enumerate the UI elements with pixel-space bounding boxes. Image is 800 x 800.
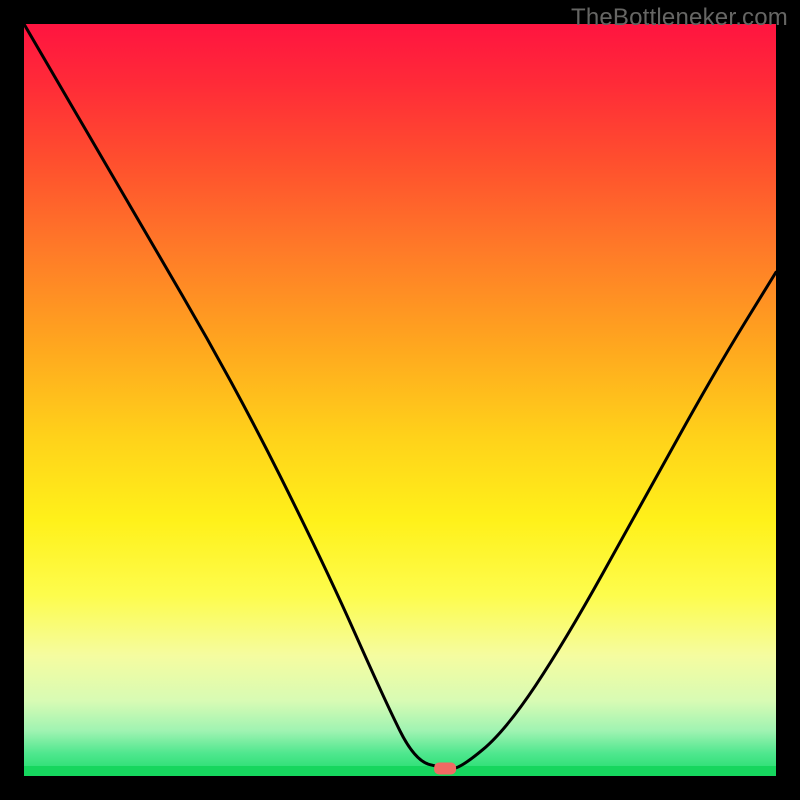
bottleneck-chart: [24, 24, 776, 776]
watermark-text: TheBottleneker.com: [571, 4, 788, 32]
optimum-marker: [434, 763, 456, 775]
bottleneck-curve-line: [24, 24, 776, 769]
chart-frame: TheBottleneker.com: [0, 0, 800, 800]
plot-bounds: [24, 24, 776, 776]
